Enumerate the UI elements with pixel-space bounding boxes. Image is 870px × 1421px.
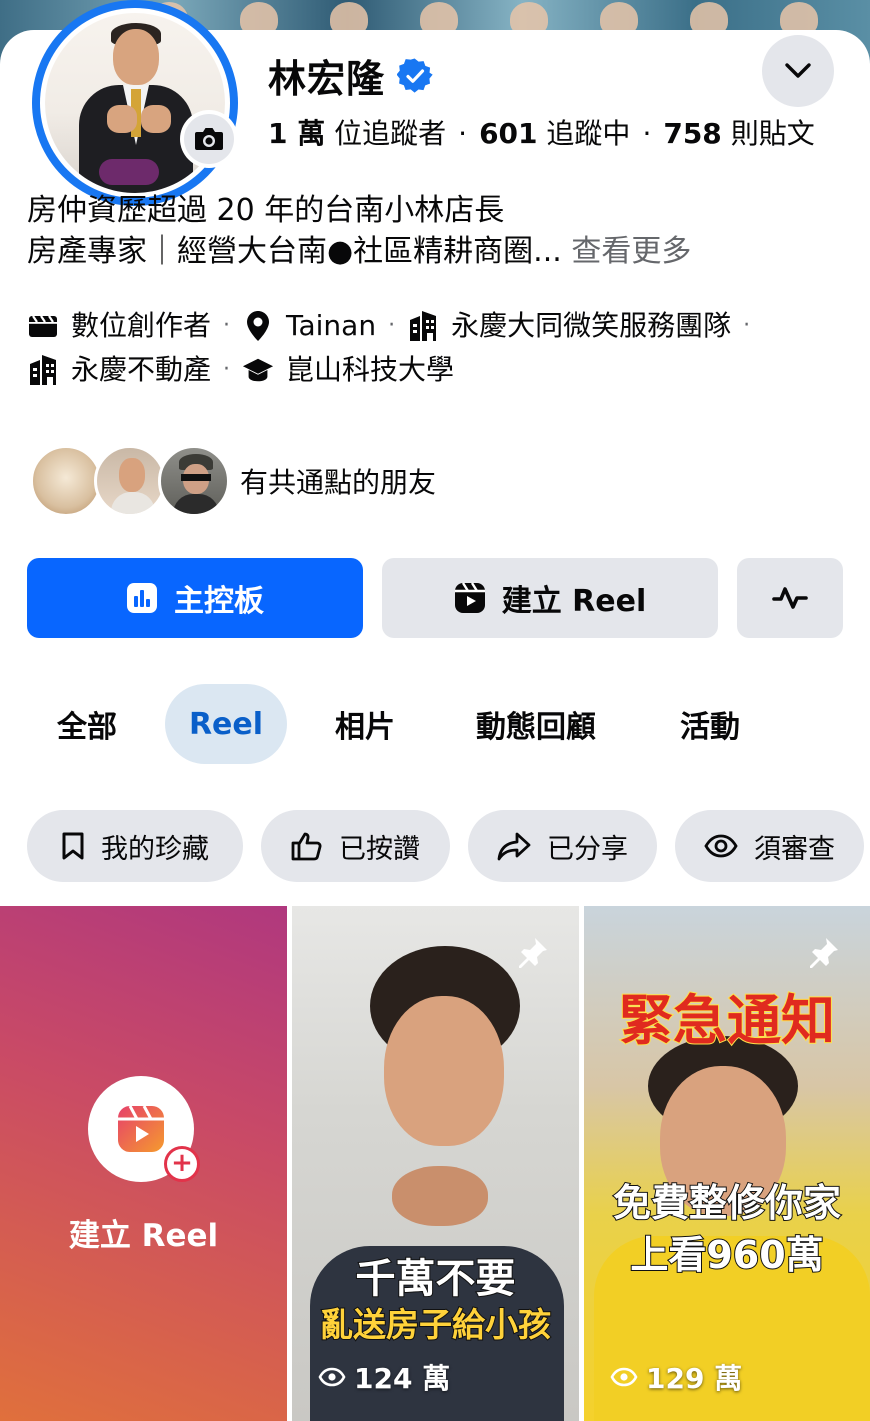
dashboard-chart-icon bbox=[127, 583, 157, 613]
reel-caption: 緊急通知 bbox=[618, 988, 836, 1053]
tab-reel[interactable]: Reel bbox=[165, 684, 287, 764]
reel-thumbnail[interactable]: 千萬不要 亂送房子給小孩 124 萬 bbox=[292, 906, 579, 1421]
reel-caption: 免費整修你家 bbox=[612, 1180, 842, 1226]
thumbs-up-icon bbox=[291, 832, 322, 861]
eye-icon bbox=[318, 1367, 346, 1387]
intro-location[interactable]: Tainan bbox=[242, 304, 376, 348]
chip-shared[interactable]: 已分享 bbox=[468, 810, 657, 882]
create-reel-button[interactable]: 建立 Reel bbox=[382, 558, 718, 638]
activity-button[interactable] bbox=[737, 558, 843, 638]
graduation-cap-icon bbox=[242, 358, 274, 382]
eye-icon bbox=[704, 834, 738, 858]
profile-intro: 數位創作者 · Tainan · 永慶大同微笑服務團隊 · 永慶不動產 · 崑山… bbox=[27, 304, 857, 392]
tab-all[interactable]: 全部 bbox=[27, 684, 147, 764]
intro-school[interactable]: 崑山科技大學 bbox=[242, 348, 454, 392]
reel-thumbnail[interactable]: 緊急通知 免費整修你家 上看960萬 129 萬 bbox=[584, 906, 870, 1421]
chip-liked[interactable]: 已按讚 bbox=[261, 810, 450, 882]
mutual-friends-label: 有共通點的朋友 bbox=[240, 466, 437, 499]
pin-icon bbox=[519, 938, 547, 968]
reel-caption: 上看960萬 bbox=[629, 1232, 824, 1278]
chip-review[interactable]: 須審查 bbox=[675, 810, 864, 882]
share-arrow-icon bbox=[497, 832, 531, 861]
profile-avatar[interactable] bbox=[32, 0, 238, 206]
create-reel-tile[interactable]: + 建立 Reel bbox=[0, 906, 287, 1421]
followers-stat[interactable]: 1 萬 位追蹤者 bbox=[268, 117, 446, 150]
bookmark-icon bbox=[62, 832, 84, 860]
reel-view-count: 129 萬 bbox=[610, 1357, 742, 1397]
camera-icon bbox=[195, 128, 223, 150]
profile-tabs: 全部 Reel 相片 動態回顧 活動 bbox=[0, 684, 870, 764]
chip-saved[interactable]: 我的珍藏 bbox=[27, 810, 243, 882]
intro-category: 數位創作者 bbox=[27, 304, 211, 348]
create-reel-label: 建立 Reel bbox=[68, 1218, 219, 1254]
mutual-friends[interactable]: 有共通點的朋友 bbox=[30, 445, 436, 517]
reel-icon bbox=[454, 582, 485, 613]
reel-view-count: 124 萬 bbox=[318, 1357, 450, 1397]
building-icon bbox=[410, 311, 437, 341]
pin-icon bbox=[810, 938, 838, 968]
verified-badge-icon bbox=[397, 57, 433, 93]
eye-icon bbox=[610, 1367, 638, 1387]
posts-stat[interactable]: 758 則貼文 bbox=[663, 117, 814, 150]
profile-menu-button[interactable] bbox=[762, 35, 834, 107]
tab-events[interactable]: 活動 bbox=[650, 684, 770, 764]
bio-line-1: 房仲資歷超過 20 年的台南小林店長 bbox=[27, 193, 505, 228]
activity-pulse-icon bbox=[772, 587, 808, 609]
profile-name: 林宏隆 bbox=[268, 57, 386, 101]
reel-caption: 亂送房子給小孩 bbox=[319, 1304, 552, 1345]
bio-line-2: 房產專家｜經營大台南●社區精耕商圈... bbox=[27, 234, 562, 269]
intro-work-1[interactable]: 永慶大同微笑服務團隊 bbox=[407, 304, 731, 348]
profile-stats: 1 萬 位追蹤者 · 601 追蹤中 · 758 則貼文 bbox=[268, 117, 815, 150]
chevron-down-icon bbox=[785, 63, 811, 78]
tab-stories-archive[interactable]: 動態回顧 bbox=[450, 684, 622, 764]
dashboard-button[interactable]: 主控板 bbox=[27, 558, 363, 638]
reel-caption: 千萬不要 bbox=[355, 1255, 517, 1303]
location-pin-icon bbox=[247, 311, 270, 341]
intro-work-2[interactable]: 永慶不動產 bbox=[27, 348, 211, 392]
tab-photos[interactable]: 相片 bbox=[305, 684, 425, 764]
plus-icon: + bbox=[164, 1146, 200, 1182]
change-photo-button[interactable] bbox=[180, 110, 238, 168]
friend-avatar bbox=[30, 445, 102, 517]
frame-badge-icon bbox=[99, 159, 159, 185]
reel-icon bbox=[118, 1105, 164, 1152]
friend-avatar bbox=[158, 445, 230, 517]
building-icon bbox=[30, 355, 56, 385]
profile-bio: 房仲資歷超過 20 年的台南小林店長 房產專家｜經營大台南●社區精耕商圈... … bbox=[27, 190, 691, 272]
friend-avatar bbox=[94, 445, 166, 517]
see-more-link[interactable]: 查看更多 bbox=[571, 234, 691, 269]
reels-grid: + 建立 Reel 千萬不要 亂送房子給小孩 124 萬 緊急通知 免費整修你家… bbox=[0, 906, 870, 1421]
following-stat[interactable]: 601 追蹤中 bbox=[479, 117, 630, 150]
clapperboard-icon bbox=[29, 315, 57, 337]
